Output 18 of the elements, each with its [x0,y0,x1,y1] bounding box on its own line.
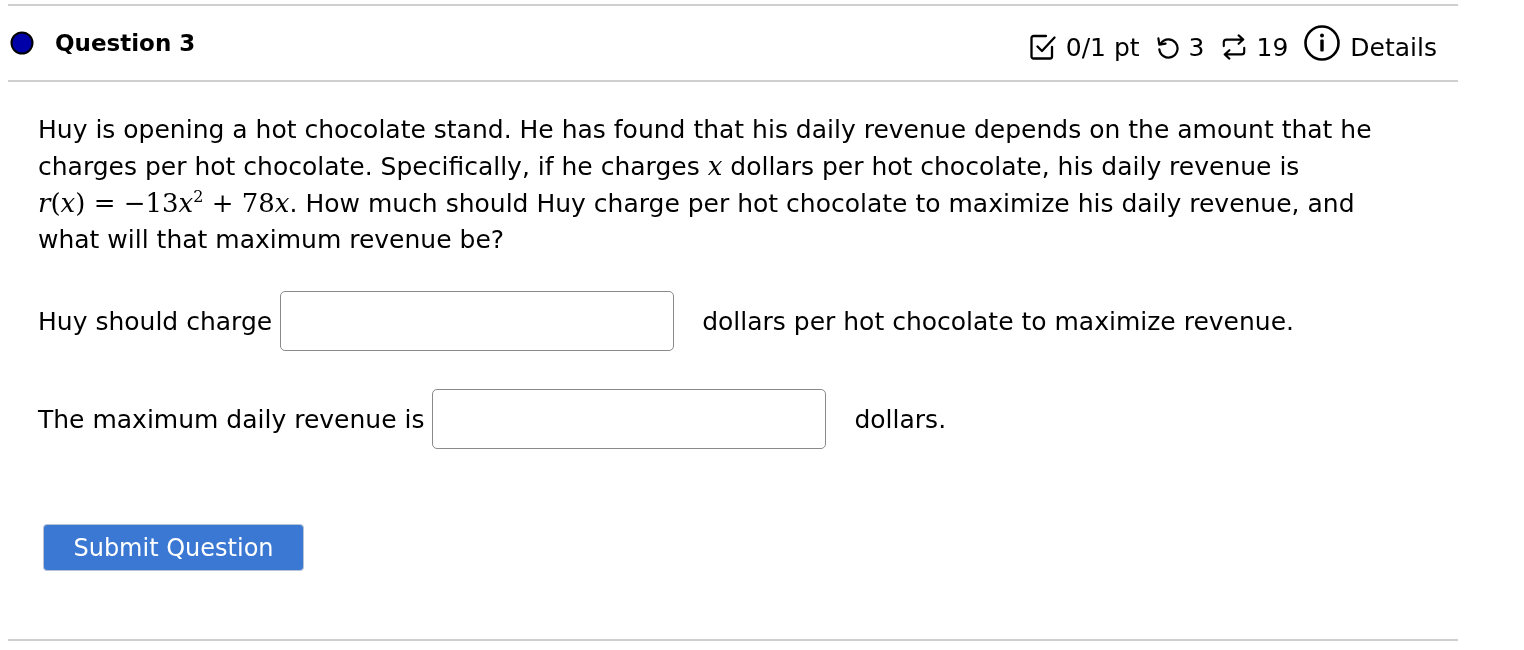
versions-text: 19 [1256,32,1289,62]
answer-label: The maximum daily revenue is [38,404,425,434]
answer-unit-text: dollars per hot chocolate to maximize revenue. [702,306,1294,336]
details-link[interactable]: Details [1350,32,1437,62]
info-icon[interactable] [1304,25,1341,61]
attempts-text: 3 [1188,32,1205,62]
counterclockwise-arrow-icon [1155,35,1179,59]
score-text: 0/1 pt [1065,32,1140,62]
answer-label: Huy should charge [38,306,273,336]
question-text: Huy is opening a hot chocolate stand. He has found that his daily revenue depends on the amount that he charges per hot chocolate. Specifically, if he charges x dollars per hot chocolate, his daily revenue is r(x) = −13x$^{2}$ + 78x. How much should Huy charge per hot chocolate to maximize his daily revenue, and what will that maximum revenue be? [38,114,1373,256]
repeat-arrows-icon [1220,34,1247,60]
answer-unit-text: dollars. [854,404,947,434]
question-title: Question 3 [55,30,196,56]
checkbox-tick-icon [1029,34,1056,60]
status-dot-icon [10,31,34,55]
submit-button[interactable]: Submit Question [43,524,304,571]
answer-field[interactable] [432,389,827,449]
answer-field[interactable] [280,291,675,351]
